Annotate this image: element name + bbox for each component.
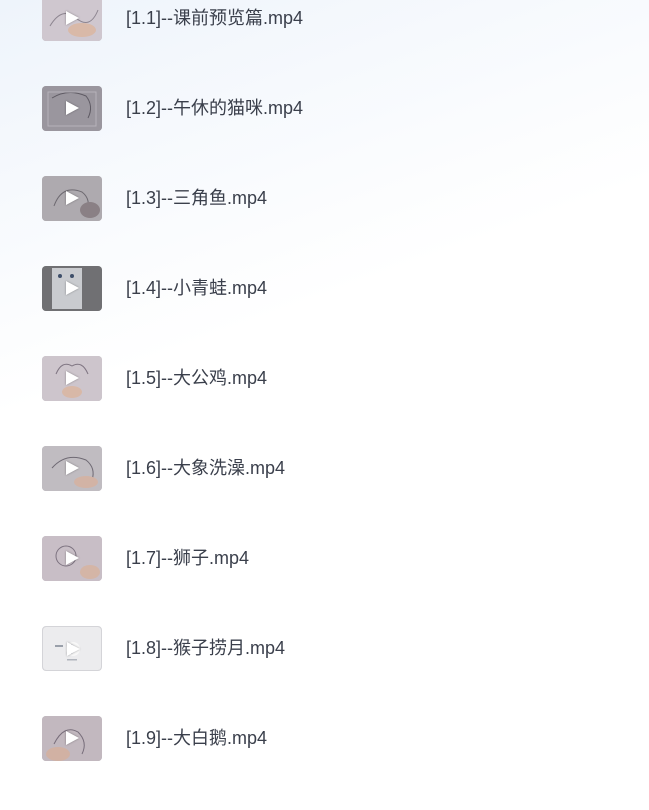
video-title[interactable]: [1.3]--三角鱼.mp4 <box>126 187 267 209</box>
play-icon <box>66 101 79 115</box>
play-icon <box>66 551 79 565</box>
video-title[interactable]: [1.5]--大公鸡.mp4 <box>126 367 267 389</box>
video-thumbnail[interactable] <box>42 536 102 581</box>
video-thumbnail[interactable] <box>42 0 102 41</box>
video-item[interactable]: [1.3]--三角鱼.mp4 <box>0 176 649 266</box>
video-thumbnail[interactable] <box>42 446 102 491</box>
video-title[interactable]: [1.7]--狮子.mp4 <box>126 547 249 569</box>
video-item[interactable]: [1.5]--大公鸡.mp4 <box>0 356 649 446</box>
video-thumbnail[interactable] <box>42 86 102 131</box>
video-title[interactable]: [1.1]--课前预览篇.mp4 <box>126 7 303 29</box>
video-thumbnail[interactable] <box>42 266 102 311</box>
video-item[interactable]: [1.7]--狮子.mp4 <box>0 536 649 626</box>
video-item[interactable]: [1.2]--午休的猫咪.mp4 <box>0 86 649 176</box>
play-icon <box>66 371 79 385</box>
video-item[interactable]: [1.1]--课前预览篇.mp4 <box>0 0 649 86</box>
play-icon <box>66 11 79 25</box>
video-title[interactable]: [1.4]--小青蛙.mp4 <box>126 277 267 299</box>
play-icon <box>66 191 79 205</box>
video-item[interactable]: [1.6]--大象洗澡.mp4 <box>0 446 649 536</box>
video-title[interactable]: [1.2]--午休的猫咪.mp4 <box>126 97 303 119</box>
video-thumbnail[interactable] <box>42 356 102 401</box>
video-title[interactable]: [1.8]--猴子捞月.mp4 <box>126 637 285 659</box>
play-icon <box>66 461 79 475</box>
video-item[interactable]: [1.8]--猴子捞月.mp4 <box>0 626 649 716</box>
video-item[interactable]: [1.9]--大白鹅.mp4 <box>0 716 649 806</box>
play-icon <box>66 731 79 745</box>
video-thumbnail[interactable] <box>42 716 102 761</box>
video-list: [1.1]--课前预览篇.mp4 [1.2]--午休的猫咪.mp4 [1.3]-… <box>0 0 649 810</box>
video-title[interactable]: [1.9]--大白鹅.mp4 <box>126 727 267 749</box>
video-title[interactable]: [1.6]--大象洗澡.mp4 <box>126 457 285 479</box>
play-icon <box>66 281 79 295</box>
video-thumbnail[interactable] <box>42 176 102 221</box>
play-icon <box>67 642 80 656</box>
video-thumbnail[interactable] <box>42 626 102 671</box>
video-item[interactable]: [1.4]--小青蛙.mp4 <box>0 266 649 356</box>
